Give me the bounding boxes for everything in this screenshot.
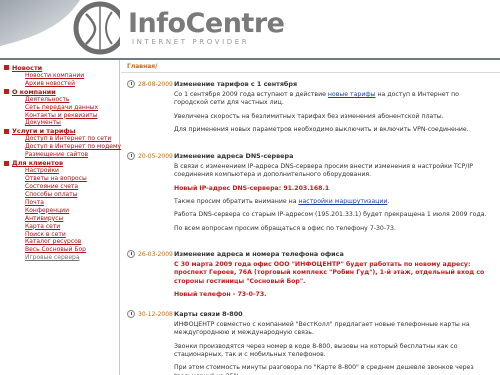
news-date-text: 28-08-2009 [138,80,173,88]
news-paragraph: Для применения новых параметров необходи… [174,126,469,134]
bullet-square-icon [4,65,9,71]
sidebar-section-services[interactable]: Услуги и тарифы [0,127,119,135]
sidebar-item-sosnovy-bor[interactable]: Весь Сосновый Бор [0,246,119,254]
logo-subtitle: INTERNET PROVIDER [132,38,250,46]
news-paragraph: При этом стоимость минуты разговора по "… [174,364,474,375]
news-title: Карты связи 8-800 [174,310,243,318]
clock-icon [127,250,135,258]
sidebar-item-network-map[interactable]: Карта сети [0,223,119,231]
sidebar-item-network-search[interactable]: Поиск в сети [0,231,119,239]
logo-globe-icon [0,0,120,58]
sidebar-section-label: Для клиентов [12,159,64,168]
sidebar-item-news-archive[interactable]: Архив новостей [0,80,119,88]
sidebar-section-about[interactable]: О компании [0,88,119,96]
news-title: Изменение адреса DNS-сервера [174,152,294,160]
news-date-text: 26-03-2009 [138,250,173,258]
sidebar-section-label: Новости [12,63,43,72]
news-title: Изменение адреса и номера телефона офиса [174,250,344,258]
news-paragraph: По всем вопросам просим обращаться в офи… [174,224,396,232]
news-paragraph: Со 1 сентября 2009 года вступают в дейст… [174,91,494,108]
bullet-square-icon [4,128,9,134]
sidebar-item-net-access[interactable]: Доступ в Интернет по сети [0,135,119,143]
sidebar-item-activity[interactable]: Деятельность [0,96,119,104]
logo-title: InfoCentre [128,8,285,39]
news-body: Изменение адреса и номера телефона офиса… [174,250,494,304]
sidebar-item-mail[interactable]: Почта [0,199,119,207]
main-content: Главная/ 28-08-2009 Изменение тарифов с … [121,60,500,375]
news-body: Изменение тарифов с 1 сентября Со 1 сент… [174,80,494,139]
clock-icon [127,80,135,88]
news-paragraph: Также просим обратить внимание на настро… [174,198,494,206]
news-text: Со 1 сентября 2009 года вступают в дейст… [174,91,328,98]
sidebar-item-faq[interactable]: Ответы на вопросы [0,175,119,183]
sidebar-item-company-news[interactable]: Новости компании [0,72,119,80]
news-body: Карты связи 8-800 ИНФОЦЕНТР совместно с … [174,310,494,375]
new-tariffs-link[interactable]: новые тарифы [328,91,376,98]
sidebar-section-clients[interactable]: Для клиентов [0,159,119,167]
news-paragraph: Работа DNS-сервера со старым IP-адресом … [174,211,487,219]
clock-icon [127,310,135,318]
bullet-square-icon [4,89,9,95]
sidebar-item-payment[interactable]: Способы оплаты [0,191,119,199]
news-date: 28-08-2009 [127,80,173,88]
sidebar-item-account-status[interactable]: Состояние счета [0,183,119,191]
news-text: Также просим обратить внимание на [174,198,299,206]
news-date-text: 30-12-2008 [138,310,173,318]
news-date: 20-05-2009 [127,152,173,160]
sidebar-section-label: Услуги и тарифы [12,127,76,136]
breadcrumb-divider [121,72,500,73]
news-highlight: Новый IP-адрес DNS-сервера: 91.203.168.1 [174,184,330,192]
news-paragraph: Увеличена скорость на безлимитных тарифа… [174,112,444,120]
news-highlight: С 30 марта 2009 года офис ООО "ИНФОЦЕНТР… [174,261,485,285]
sidebar-item-conferences[interactable]: Конференции [0,207,119,215]
bullet-square-icon [4,160,9,166]
sidebar-item-hosting[interactable]: Размещение сайтов [0,151,119,159]
site-header: InfoCentre INTERNET PROVIDER [0,0,500,58]
breadcrumb[interactable]: Главная/ [127,63,157,70]
sidebar-item-modem-access[interactable]: Доступ в Интернет по модему [0,143,121,151]
routing-settings-link[interactable]: настройки маршрутизации [298,198,387,205]
news-text: . [387,198,390,206]
sidebar-section-news[interactable]: Новости [0,64,119,72]
news-date: 30-12-2008 [127,310,173,318]
news-paragraph: Звонки производятся через номер в коде 8… [174,342,458,359]
news-body: Изменение адреса DNS-сервера В связи с и… [174,152,494,238]
sidebar-item-documents[interactable]: Документы [0,119,119,127]
news-title: Изменение тарифов с 1 сентября [174,80,298,88]
news-paragraph: ИНФОЦЕНТР совместно с компанией "ВестКол… [174,321,470,337]
sidebar-item-contacts[interactable]: Контакты и реквизиты [0,112,119,120]
sidebar-item-settings[interactable]: Настройки [0,167,119,175]
news-date: 26-03-2009 [127,250,173,258]
clock-icon [127,152,135,160]
sidebar-nav: Новости Новости компании Архив новостей … [0,60,121,375]
sidebar-item-network[interactable]: Сеть передачи данных [0,104,119,112]
news-paragraph: В связи с изменением IP-адреса DNS-серве… [174,163,473,179]
sidebar-item-antivirus[interactable]: Антивирусы [0,215,119,223]
news-date-text: 20-05-2009 [138,152,173,160]
sidebar-item-game-servers[interactable]: Игровые сервера [0,254,119,262]
sidebar-item-catalog[interactable]: Каталог ресурсов [0,238,119,246]
news-highlight: Новый телефон - 73-0-73. [174,291,267,299]
sidebar-section-label: О компании [12,87,56,96]
